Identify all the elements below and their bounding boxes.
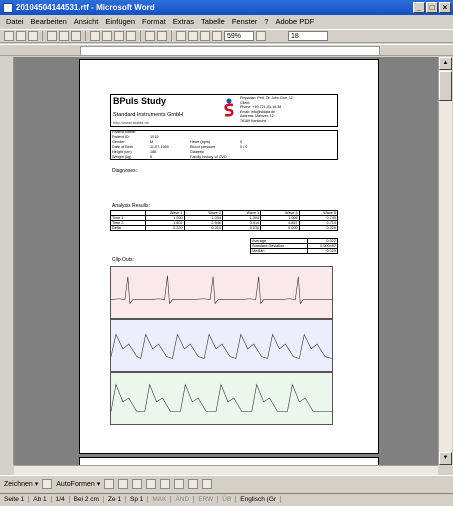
menu-format[interactable]: Format [142,17,166,26]
zoom-select[interactable]: 59% [224,31,254,41]
analysis-table: Wave 1 Wave 2 Wave 3 Wave 4 Wave 5 Time 1 1.0… [109,210,339,231]
menu-datei[interactable]: Datei [6,17,24,26]
undo-icon[interactable] [145,31,155,41]
status-ueb[interactable]: ÜB [218,496,237,503]
diagnoses-label: Diagnoses: [112,168,138,174]
arrow-icon[interactable] [118,479,129,489]
new-document-icon[interactable] [4,31,14,41]
font-size-select[interactable]: 18 [288,31,328,41]
status-column: Sp 1 [126,496,149,503]
line-color-icon[interactable] [188,479,199,489]
ellipse-icon[interactable] [146,479,157,489]
rectangle-icon[interactable] [132,479,143,489]
scroll-down-icon[interactable]: ▼ [439,452,452,465]
spellcheck-icon[interactable] [71,31,81,41]
title-bar: 20104504144531.rtf - Microsoft Word _ □ … [0,0,453,15]
scroll-up-icon[interactable]: ▲ [439,57,452,70]
menu-bar: Datei Bearbeiten Ansicht Einfügen Format… [0,15,453,28]
format-painter-icon[interactable] [126,31,136,41]
draw-menu-button[interactable]: Zeichnen ▾ [4,480,38,488]
page: BPuls Study Standard Instruments GmbH ht… [79,59,379,454]
word-icon [3,2,13,13]
status-mak[interactable]: MAK [148,496,172,503]
columns-icon[interactable] [188,31,198,41]
status-section: Ab 1 [29,496,52,503]
font-color-icon[interactable] [202,479,213,489]
analysis-label: Analysis Results: [112,203,151,209]
fill-color-icon[interactable] [174,479,185,489]
textbox-icon[interactable] [160,479,171,489]
menu-tabelle[interactable]: Tabelle [201,17,225,26]
company-url: http://www.sidata.de [113,120,149,125]
horizontal-scrollbar[interactable] [14,465,438,475]
company-logo-icon [224,98,234,117]
pulse-clip [110,319,333,372]
status-language[interactable]: Englisch (Gr [236,496,282,503]
drawing-icon[interactable] [200,31,210,41]
ecg-clip [110,266,333,319]
derivative-clip [110,372,333,425]
menu-einfuegen[interactable]: Einfügen [105,17,135,26]
vertical-scrollbar[interactable]: ▲ ▼ [438,57,452,465]
maximize-button[interactable]: □ [426,2,438,13]
table-row: Delta 0.220 0.010 0.010 0.000 0.026 [109,225,339,231]
status-aend[interactable]: ÄND [171,496,195,503]
field-bp-value: 0 / 0 [240,145,248,149]
menu-fenster[interactable]: Fenster [232,17,257,26]
line-icon[interactable] [104,479,115,489]
print-preview-icon[interactable] [59,31,69,41]
horizontal-ruler[interactable] [80,46,380,56]
field-weight-label: Weight (kg) [112,155,132,159]
window-title: 20104504144531.rtf - Microsoft Word [16,3,155,12]
menu-help[interactable]: ? [264,17,268,26]
table-icon[interactable] [176,31,186,41]
status-erw[interactable]: ERW [194,496,219,503]
menu-adobe-pdf[interactable]: Adobe PDF [275,17,314,26]
clips-label: Clip Outs: [112,257,134,263]
vertical-ruler[interactable] [0,57,14,465]
cut-icon[interactable] [90,31,100,41]
standard-toolbar: 59% 18 [0,29,453,43]
stats-row: Median 0.025 [250,248,339,254]
paste-icon[interactable] [114,31,124,41]
redo-icon[interactable] [157,31,167,41]
menu-extras[interactable]: Extras [173,17,194,26]
select-objects-icon[interactable] [42,479,53,489]
field-family-label: Family history of CVD [190,155,227,159]
autoshapes-button[interactable]: AutoFormen ▾ [56,480,100,488]
copy-icon[interactable] [102,31,112,41]
drawing-toolbar: Zeichnen ▾ AutoFormen ▾ [0,475,453,492]
close-button[interactable]: × [439,2,451,13]
stats-table: Average 0.022 Standard Deviation 0.000497 … [250,238,339,254]
status-bar: Seite 1 Ab 1 1/4 Bei 2 cm Ze 1 Sp 1 MAK … [0,493,453,505]
report-title: BPuls Study [113,96,167,106]
menu-ansicht[interactable]: Ansicht [74,17,99,26]
status-position: Bei 2 cm [70,496,104,503]
scroll-thumb[interactable] [439,71,452,101]
field-weight-value: 8 [150,155,153,159]
status-page-count: 1/4 [52,496,70,503]
company-name: Standard Instruments GmbH [113,112,184,118]
open-folder-icon[interactable] [16,31,26,41]
address-block: Physician: Prof. Dr. John Doe, 12 Client:… [240,96,293,123]
next-page [79,457,379,465]
print-icon[interactable] [47,31,57,41]
status-page: Seite 1 [0,496,30,503]
help-icon[interactable] [256,31,266,41]
minimize-button[interactable]: _ [413,2,425,13]
document-area[interactable]: BPuls Study Standard Instruments GmbH ht… [14,57,438,465]
save-icon[interactable] [28,31,38,41]
paragraph-marks-icon[interactable] [212,31,222,41]
menu-bearbeiten[interactable]: Bearbeiten [31,17,67,26]
status-line: Ze 1 [104,496,126,503]
